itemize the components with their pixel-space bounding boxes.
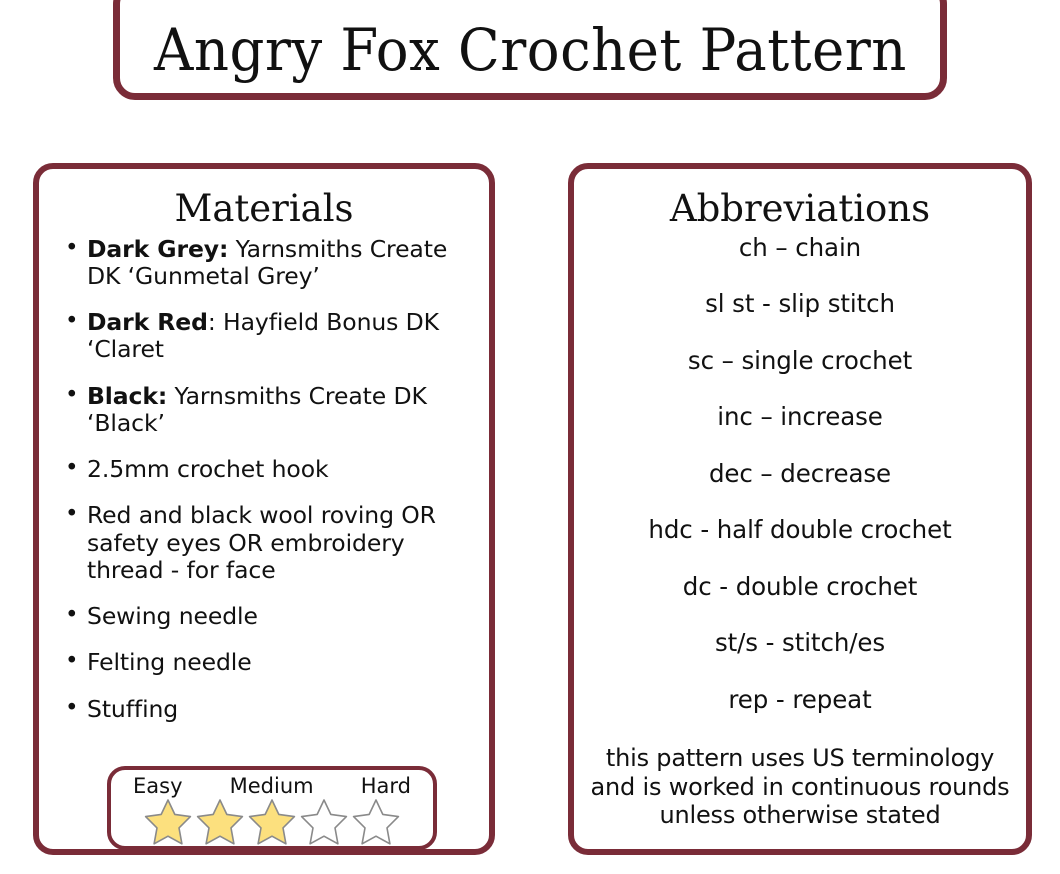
abbreviations-note: this pattern uses US terminology and is …	[590, 744, 1010, 829]
materials-panel: Materials Dark Grey: Yarnsmiths Create D…	[33, 163, 495, 855]
difficulty-label-hard: Hard	[360, 774, 411, 798]
star-filled-icon	[144, 797, 192, 849]
list-item: Red and black wool roving OR safety eyes…	[61, 501, 475, 584]
title-banner: Angry Fox Crochet Pattern	[113, 0, 947, 100]
list-item: Dark Grey: Yarnsmiths Create DK ‘Gunmeta…	[61, 234, 475, 291]
page-title: Angry Fox Crochet Pattern	[153, 16, 907, 85]
star-empty-icon	[352, 797, 400, 849]
list-item: st/s - stitch/es	[714, 628, 886, 658]
list-item: sc – single crochet	[687, 345, 913, 375]
list-item: Black: Yarnsmiths Create DK ‘Black’	[61, 381, 475, 438]
difficulty-label-easy: Easy	[133, 774, 183, 798]
abbreviations-list: ch – chain sl st - slip stitch sc – sing…	[574, 232, 1026, 714]
list-item: dc - double crochet	[682, 571, 918, 601]
list-item: dec – decrease	[708, 458, 892, 488]
list-item: Felting needle	[61, 648, 475, 677]
star-empty-icon	[300, 797, 348, 849]
list-item: rep - repeat	[728, 684, 872, 714]
material-text: Red and black wool roving OR safety eyes…	[87, 501, 436, 584]
difficulty-labels: Easy Medium Hard	[111, 770, 433, 798]
material-label: Dark Grey:	[87, 234, 229, 263]
list-item: ch – chain	[738, 232, 862, 262]
star-filled-icon	[248, 797, 296, 849]
list-item: hdc - half double crochet	[648, 515, 952, 545]
material-label: Dark Red	[87, 308, 208, 337]
material-label: Black:	[87, 381, 168, 410]
list-item: 2.5mm crochet hook	[61, 455, 475, 484]
difficulty-rating-box: Easy Medium Hard	[107, 766, 437, 850]
materials-list: Dark Grey: Yarnsmiths Create DK ‘Gunmeta…	[39, 234, 489, 723]
list-item: inc – increase	[717, 402, 883, 432]
materials-heading: Materials	[174, 187, 354, 230]
difficulty-label-medium: Medium	[229, 774, 314, 798]
abbreviations-panel: Abbreviations ch – chain sl st - slip st…	[568, 163, 1032, 855]
list-item: Sewing needle	[61, 602, 475, 631]
list-item: Stuffing	[61, 694, 475, 723]
list-item: Dark Red: Hayfield Bonus DK ‘Claret	[61, 308, 475, 364]
material-text: Sewing needle	[87, 602, 258, 631]
star-filled-icon	[196, 797, 244, 849]
material-text: Felting needle	[87, 648, 252, 677]
material-text: Stuffing	[87, 694, 179, 723]
abbreviations-heading: Abbreviations	[669, 187, 931, 230]
list-item: sl st - slip stitch	[705, 289, 895, 319]
material-text: 2.5mm crochet hook	[87, 455, 329, 484]
difficulty-stars	[111, 797, 433, 849]
